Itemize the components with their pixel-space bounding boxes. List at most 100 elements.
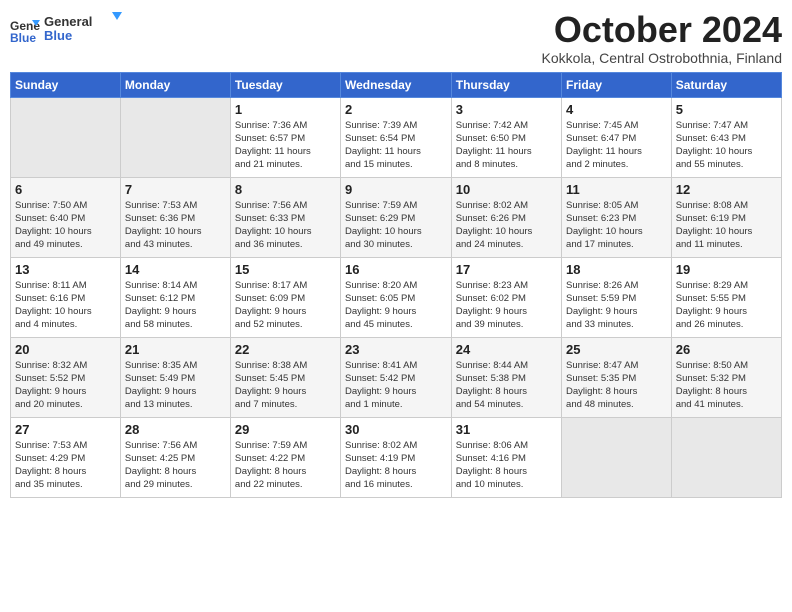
month-year-title: October 2024 [542,10,782,50]
day-of-week-header: Tuesday [230,72,340,97]
calendar-cell: 4Sunrise: 7:45 AM Sunset: 6:47 PM Daylig… [562,97,672,177]
calendar-cell: 20 Sunrise: 8:32 AM Sunset: 5:52 PM Dayli… [11,337,121,417]
day-number: 17 [456,262,557,277]
day-info: Sunrise: 8:11 AM Sunset: 6:16 PM Dayligh… [15,279,116,332]
calendar-cell: 2 Sunrise: 7:39 AM Sunset: 6:54 PM Daylig… [341,97,452,177]
day-number: 10 [456,182,557,197]
day-info: Sunrise: 7:53 AM Sunset: 6:36 PM Dayligh… [125,199,226,252]
day-info: Sunrise: 7:39 AM Sunset: 6:54 PM Dayligh… [345,119,447,172]
calendar-cell: 19Sunrise: 8:29 AM Sunset: 5:55 PM Dayli… [671,257,781,337]
day-number: 31 [456,422,557,437]
logo-icon: General Blue [10,16,40,46]
calendar-cell: 12Sunrise: 8:08 AM Sunset: 6:19 PM Dayli… [671,177,781,257]
day-info: Sunrise: 7:47 AM Sunset: 6:43 PM Dayligh… [676,119,777,172]
calendar-cell: 28 Sunrise: 7:56 AM Sunset: 4:25 PM Dayli… [120,417,230,497]
calendar-cell: 30Sunrise: 8:02 AM Sunset: 4:19 PM Dayli… [341,417,452,497]
calendar-week-row: 6 Sunrise: 7:50 AM Sunset: 6:40 PM Daylig… [11,177,782,257]
day-number: 11 [566,182,667,197]
day-info: Sunrise: 8:14 AM Sunset: 6:12 PM Dayligh… [125,279,226,332]
calendar-cell: 10 Sunrise: 8:02 AM Sunset: 6:26 PM Dayli… [451,177,561,257]
day-number: 18 [566,262,667,277]
day-info: Sunrise: 7:56 AM Sunset: 4:25 PM Dayligh… [125,439,226,492]
svg-text:Blue: Blue [44,28,72,43]
calendar-cell: 15 Sunrise: 8:17 AM Sunset: 6:09 PM Dayli… [230,257,340,337]
calendar-cell: 8Sunrise: 7:56 AM Sunset: 6:33 PM Daylig… [230,177,340,257]
day-number: 1 [235,102,336,117]
calendar-cell: 1Sunrise: 7:36 AM Sunset: 6:57 PM Daylig… [230,97,340,177]
day-info: Sunrise: 8:26 AM Sunset: 5:59 PM Dayligh… [566,279,667,332]
day-info: Sunrise: 8:17 AM Sunset: 6:09 PM Dayligh… [235,279,336,332]
day-number: 20 [15,342,116,357]
day-info: Sunrise: 7:50 AM Sunset: 6:40 PM Dayligh… [15,199,116,252]
day-number: 24 [456,342,557,357]
calendar-cell: 6 Sunrise: 7:50 AM Sunset: 6:40 PM Daylig… [11,177,121,257]
day-info: Sunrise: 8:44 AM Sunset: 5:38 PM Dayligh… [456,359,557,412]
day-info: Sunrise: 7:45 AM Sunset: 6:47 PM Dayligh… [566,119,667,172]
day-info: Sunrise: 7:59 AM Sunset: 6:29 PM Dayligh… [345,199,447,252]
day-number: 12 [676,182,777,197]
location-subtitle: Kokkola, Central Ostrobothnia, Finland [542,50,782,66]
calendar-table: SundayMondayTuesdayWednesdayThursdayFrid… [10,72,782,498]
day-info: Sunrise: 8:20 AM Sunset: 6:05 PM Dayligh… [345,279,447,332]
calendar-cell: 29Sunrise: 7:59 AM Sunset: 4:22 PM Dayli… [230,417,340,497]
day-number: 7 [125,182,226,197]
day-number: 30 [345,422,447,437]
page-header: General Blue General Blue October 2024 K… [10,10,782,66]
day-info: Sunrise: 7:42 AM Sunset: 6:50 PM Dayligh… [456,119,557,172]
day-info: Sunrise: 8:02 AM Sunset: 6:26 PM Dayligh… [456,199,557,252]
day-number: 6 [15,182,116,197]
day-info: Sunrise: 8:06 AM Sunset: 4:16 PM Dayligh… [456,439,557,492]
svg-text:Blue: Blue [10,31,36,45]
calendar-cell: 27Sunrise: 7:53 AM Sunset: 4:29 PM Dayli… [11,417,121,497]
day-number: 9 [345,182,447,197]
calendar-header-row: SundayMondayTuesdayWednesdayThursdayFrid… [11,72,782,97]
calendar-cell: 14 Sunrise: 8:14 AM Sunset: 6:12 PM Dayli… [120,257,230,337]
day-number: 25 [566,342,667,357]
calendar-cell: 16 Sunrise: 8:20 AM Sunset: 6:05 PM Dayli… [341,257,452,337]
day-info: Sunrise: 8:50 AM Sunset: 5:32 PM Dayligh… [676,359,777,412]
day-of-week-header: Thursday [451,72,561,97]
calendar-cell: 3 Sunrise: 7:42 AM Sunset: 6:50 PM Daylig… [451,97,561,177]
calendar-cell [562,417,672,497]
day-number: 28 [125,422,226,437]
calendar-cell: 23Sunrise: 8:41 AM Sunset: 5:42 PM Dayli… [341,337,452,417]
day-number: 8 [235,182,336,197]
day-of-week-header: Friday [562,72,672,97]
day-number: 29 [235,422,336,437]
calendar-cell: 21Sunrise: 8:35 AM Sunset: 5:49 PM Dayli… [120,337,230,417]
calendar-cell: 13 Sunrise: 8:11 AM Sunset: 6:16 PM Dayli… [11,257,121,337]
calendar-cell: 25 Sunrise: 8:47 AM Sunset: 5:35 PM Dayli… [562,337,672,417]
day-info: Sunrise: 8:47 AM Sunset: 5:35 PM Dayligh… [566,359,667,412]
day-info: Sunrise: 8:38 AM Sunset: 5:45 PM Dayligh… [235,359,336,412]
calendar-cell: 18 Sunrise: 8:26 AM Sunset: 5:59 PM Dayli… [562,257,672,337]
calendar-cell [671,417,781,497]
day-number: 5 [676,102,777,117]
calendar-week-row: 27Sunrise: 7:53 AM Sunset: 4:29 PM Dayli… [11,417,782,497]
day-info: Sunrise: 8:05 AM Sunset: 6:23 PM Dayligh… [566,199,667,252]
title-block: October 2024 Kokkola, Central Ostrobothn… [542,10,782,66]
day-number: 27 [15,422,116,437]
day-info: Sunrise: 8:32 AM Sunset: 5:52 PM Dayligh… [15,359,116,412]
day-number: 22 [235,342,336,357]
day-info: Sunrise: 8:35 AM Sunset: 5:49 PM Dayligh… [125,359,226,412]
day-info: Sunrise: 8:41 AM Sunset: 5:42 PM Dayligh… [345,359,447,412]
day-number: 16 [345,262,447,277]
calendar-cell [11,97,121,177]
calendar-week-row: 20 Sunrise: 8:32 AM Sunset: 5:52 PM Dayli… [11,337,782,417]
calendar-cell: 24 Sunrise: 8:44 AM Sunset: 5:38 PM Dayli… [451,337,561,417]
day-number: 2 [345,102,447,117]
day-number: 15 [235,262,336,277]
day-number: 19 [676,262,777,277]
calendar-cell: 5 Sunrise: 7:47 AM Sunset: 6:43 PM Daylig… [671,97,781,177]
day-number: 3 [456,102,557,117]
day-of-week-header: Wednesday [341,72,452,97]
logo: General Blue General Blue [10,10,124,51]
calendar-cell: 9 Sunrise: 7:59 AM Sunset: 6:29 PM Daylig… [341,177,452,257]
day-number: 13 [15,262,116,277]
day-info: Sunrise: 8:23 AM Sunset: 6:02 PM Dayligh… [456,279,557,332]
day-of-week-header: Saturday [671,72,781,97]
day-number: 14 [125,262,226,277]
calendar-week-row: 13 Sunrise: 8:11 AM Sunset: 6:16 PM Dayli… [11,257,782,337]
calendar-cell: 7 Sunrise: 7:53 AM Sunset: 6:36 PM Daylig… [120,177,230,257]
day-of-week-header: Monday [120,72,230,97]
